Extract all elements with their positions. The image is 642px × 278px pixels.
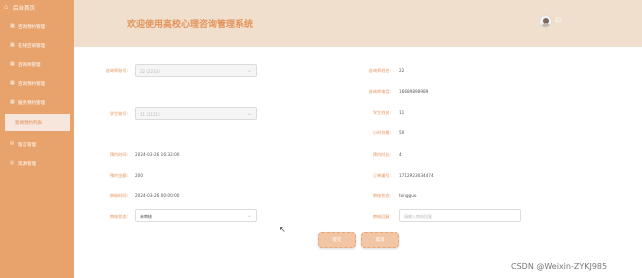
counselor-account-select[interactable]: 22 (2233) ⌄ bbox=[135, 64, 257, 77]
booking-amount-value: 200 bbox=[135, 173, 143, 178]
counselor-phone-label: 咨询师电话: bbox=[368, 89, 391, 94]
sidebar-item-booking-list[interactable]: 新闻预约列表 bbox=[5, 114, 70, 131]
sidebar-item-consult-booking-2[interactable]: ▦ 咨询预约管理 bbox=[0, 75, 74, 92]
review-status-label: 审核状态: bbox=[372, 193, 391, 198]
review-time-value: 2024-03-26 00:00:00 bbox=[135, 193, 180, 198]
message-icon: ✉ bbox=[10, 141, 15, 147]
counselor-phone-value: 16689898989 bbox=[399, 89, 429, 94]
grid-icon: ▦ bbox=[10, 99, 15, 105]
sidebar-item-messages[interactable]: ✉ 留言管理 bbox=[0, 136, 74, 153]
sidebar-item-label: 服务预约管理 bbox=[18, 100, 45, 106]
price-label: 小时价格: bbox=[372, 130, 391, 135]
grid-icon: ▦ bbox=[10, 61, 15, 67]
audit-reply-placeholder: 请输入审核回复 bbox=[404, 213, 432, 219]
student-account-select[interactable]: 11 (1111) ⌄ bbox=[135, 107, 257, 120]
sidebar-item-counselor[interactable]: ▦ 咨询师管理 bbox=[0, 56, 74, 73]
price-value: 50 bbox=[399, 130, 405, 135]
watermark: CSDN @Weixin-ZYKJ985 bbox=[511, 262, 608, 271]
sidebar-item-label: 资源管理 bbox=[18, 161, 36, 167]
chevron-down-icon: ⌄ bbox=[246, 213, 252, 219]
cancel-button[interactable]: 取消 bbox=[361, 232, 399, 248]
booking-amount-label: 预约金额: bbox=[109, 173, 128, 178]
avatar-body bbox=[541, 23, 551, 27]
top-header: 欢迎使用高校心理咨询管理系统 22 bbox=[74, 0, 642, 47]
audit-status-label: 审核状态: bbox=[109, 214, 128, 219]
booking-hours-value: 4 bbox=[399, 152, 402, 157]
sidebar-brand[interactable]: ⌂ 后台首页 bbox=[4, 2, 35, 14]
review-status-value: tongguo bbox=[399, 193, 417, 198]
audit-reply-input[interactable]: 请输入审核回复 bbox=[399, 209, 521, 222]
booking-time-value: 2024-03-26 16:32:00 bbox=[135, 152, 180, 157]
review-time-label: 审核时间: bbox=[109, 193, 128, 198]
student-name-value: 11 bbox=[399, 110, 405, 115]
student-account-label: 学生账号: bbox=[109, 111, 128, 116]
counselor-account-value: 22 (2233) bbox=[140, 68, 160, 74]
submit-button[interactable]: 提交 bbox=[318, 232, 356, 248]
sidebar-item-service-booking[interactable]: ▦ 服务预约管理 bbox=[0, 94, 74, 111]
booking-hours-label: 预约时长: bbox=[372, 152, 391, 157]
counselor-name-label: 咨询师姓名: bbox=[368, 68, 391, 73]
brand-label: 后台首页 bbox=[13, 6, 36, 12]
sidebar-item-online-consult[interactable]: ▦ 在线咨询管理 bbox=[0, 37, 74, 54]
page-title: 欢迎使用高校心理咨询管理系统 bbox=[127, 20, 254, 30]
sidebar-item-label: 咨询师管理 bbox=[18, 62, 41, 68]
username[interactable]: 22 bbox=[555, 18, 562, 24]
avatar[interactable] bbox=[539, 15, 552, 28]
audit-reply-label: 审核回复: bbox=[372, 214, 391, 219]
sidebar-item-label: 咨询预约管理 bbox=[18, 24, 45, 30]
audit-status-value: 未审核 bbox=[140, 213, 152, 219]
sidebar-item-label: 新闻预约列表 bbox=[15, 120, 42, 126]
sidebar: ⌂ 后台首页 ▦ 咨询预约管理 ▦ 在线咨询管理 ▦ 咨询师管理 ▦ 咨询预约管… bbox=[0, 0, 74, 278]
student-account-value: 11 (1111) bbox=[140, 111, 160, 117]
sidebar-item-label: 咨询预约管理 bbox=[18, 81, 45, 87]
sidebar-item-label: 在线咨询管理 bbox=[18, 43, 45, 49]
student-name-label: 学生姓名: bbox=[372, 110, 391, 115]
grid-icon: ▦ bbox=[10, 23, 15, 29]
counselor-account-label: 咨询师账号: bbox=[105, 68, 128, 73]
grid-icon: ▦ bbox=[10, 80, 15, 86]
sidebar-item-label: 留言管理 bbox=[18, 142, 36, 148]
sidebar-item-consult-booking[interactable]: ▦ 咨询预约管理 bbox=[0, 18, 74, 35]
sidebar-item-resources[interactable]: ◎ 资源管理 bbox=[0, 155, 74, 172]
order-number-value: 1712923034474 bbox=[399, 173, 434, 178]
grid-icon: ▦ bbox=[10, 42, 15, 48]
home-icon: ⌂ bbox=[4, 4, 9, 11]
audit-status-select[interactable]: 未审核 ⌄ bbox=[135, 209, 257, 222]
counselor-name-value: 22 bbox=[399, 68, 405, 73]
chevron-down-icon: ⌄ bbox=[246, 68, 252, 74]
globe-icon: ◎ bbox=[10, 160, 15, 166]
booking-time-label: 预约时间: bbox=[109, 152, 128, 157]
order-number-label: 订单编号: bbox=[372, 173, 391, 178]
chevron-down-icon: ⌄ bbox=[246, 111, 252, 117]
mouse-cursor-icon: ↖ bbox=[279, 225, 286, 234]
